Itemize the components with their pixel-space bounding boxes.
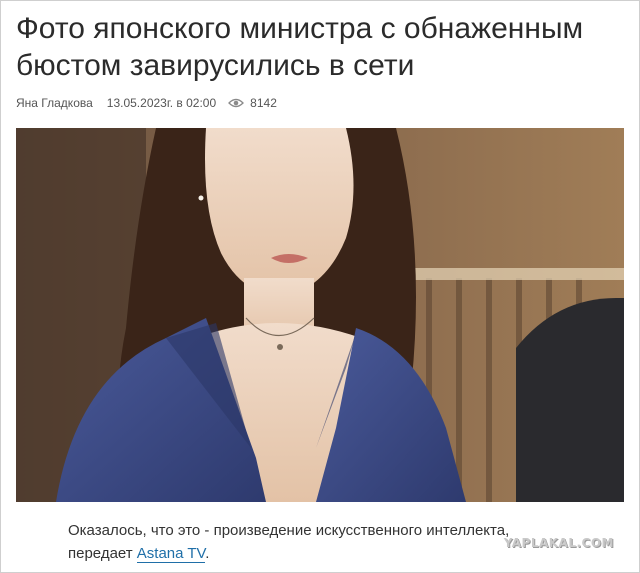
site-watermark: YAPLAKAL.COM	[503, 536, 614, 550]
article-photo	[16, 128, 624, 502]
caption-prefix: передает	[68, 545, 137, 562]
source-link[interactable]: Astana TV	[136, 545, 206, 563]
article-title: Фото японского министра с обнаженным бюс…	[16, 10, 628, 84]
article-title-line-1: Фото японского министра с обнаженным	[16, 12, 584, 45]
view-count: 8142	[250, 96, 277, 110]
author-name[interactable]: Яна Гладкова	[16, 96, 93, 110]
eye-icon	[228, 97, 245, 109]
caption-suffix: .	[205, 545, 210, 562]
article-title-line-2: бюстом завирусились в сети	[16, 49, 415, 82]
article-meta: Яна Гладкова 13.05.2023г. в 02:00 8142	[16, 96, 277, 110]
publish-date: 13.05.2023г. в 02:00	[106, 96, 217, 110]
